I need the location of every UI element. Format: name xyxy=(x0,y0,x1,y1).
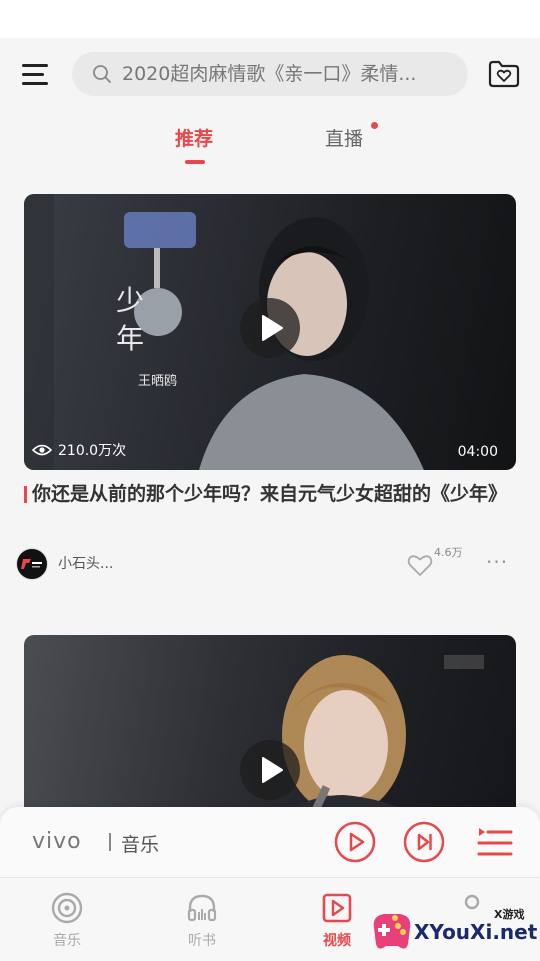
menu-line xyxy=(22,73,44,76)
thumbnail-scene xyxy=(264,655,484,835)
title-accent-bar xyxy=(24,486,27,503)
play-circle-icon xyxy=(334,821,376,863)
author-row: 小石头... 4.6万 ··· xyxy=(16,546,516,582)
eye-icon xyxy=(32,444,52,456)
next-track-icon xyxy=(403,821,445,863)
heart-folder-icon xyxy=(488,60,520,88)
watermark-text: XYouXi.net xyxy=(414,920,538,944)
menu-button[interactable] xyxy=(20,58,52,90)
playlist-icon xyxy=(477,828,513,856)
play-icon xyxy=(262,315,283,341)
active-tab-indicator xyxy=(185,160,205,164)
video-thumbnail[interactable]: 少年 王晒鸥 210.0万次 04:00 xyxy=(24,194,516,470)
menu-line xyxy=(22,82,48,85)
video-title-text: 你还是从前的那个少年吗？来自元气少女超甜的《少年》 xyxy=(32,483,508,505)
brand-logo: vivo xyxy=(32,829,82,854)
search-box[interactable] xyxy=(72,52,468,96)
watermark: X游戏 XYouXi.net xyxy=(370,898,540,960)
next-track-button[interactable] xyxy=(403,821,445,863)
video-play-icon xyxy=(322,893,352,923)
gamepad-logo-icon xyxy=(373,914,411,949)
overlay-subtitle-text: 王晒鸥 xyxy=(138,374,178,389)
nav-item-music[interactable]: 音乐 xyxy=(17,878,117,961)
play-icon xyxy=(262,757,283,783)
mini-player-bar: vivo 音乐 xyxy=(0,807,540,877)
video-title[interactable]: 你还是从前的那个少年吗？来自元气少女超甜的《少年》 xyxy=(24,480,516,508)
overlay-title-text: 少年 xyxy=(116,284,145,355)
favorites-folder-button[interactable] xyxy=(486,58,522,90)
video-card[interactable]: 少年 王晒鸥 210.0万次 04:00 你还是从前的那个少年吗？来自元气少女超… xyxy=(16,194,516,594)
play-button[interactable] xyxy=(240,740,300,800)
status-bar xyxy=(0,0,540,38)
nav-item-audiobook[interactable]: 听书 xyxy=(152,878,252,961)
top-bar xyxy=(0,38,540,114)
content-tabs: 推荐 直播 xyxy=(0,114,540,174)
author-name[interactable]: 小石头... xyxy=(58,553,113,573)
heart-icon xyxy=(407,555,433,576)
headphones-icon xyxy=(187,894,217,922)
like-count: 4.6万 xyxy=(434,546,463,559)
nav-label: 听书 xyxy=(188,933,216,949)
play-button[interactable] xyxy=(240,298,300,358)
avatar-logo-icon xyxy=(21,559,42,569)
disc-icon xyxy=(51,892,83,924)
view-count-text: 210.0万次 xyxy=(58,443,127,459)
nav-label: 音乐 xyxy=(53,933,81,949)
view-count: 210.0万次 xyxy=(32,440,126,460)
video-card[interactable] xyxy=(24,635,516,835)
brand-music-label: 音乐 xyxy=(121,834,160,856)
tab-recommend[interactable]: 推荐 xyxy=(175,124,213,151)
menu-line xyxy=(22,64,48,67)
brand-divider xyxy=(109,833,111,851)
playlist-button[interactable] xyxy=(474,821,516,863)
avatar[interactable] xyxy=(16,548,48,580)
like-button[interactable] xyxy=(406,552,434,578)
search-icon xyxy=(93,65,111,83)
video-duration: 04:00 xyxy=(457,444,498,460)
tab-live[interactable]: 直播 xyxy=(325,124,363,151)
play-button[interactable] xyxy=(334,821,376,863)
search-input[interactable] xyxy=(122,52,452,96)
more-options-button[interactable]: ··· xyxy=(486,550,508,574)
video-thumbnail[interactable] xyxy=(24,635,516,835)
notification-dot xyxy=(371,122,378,129)
